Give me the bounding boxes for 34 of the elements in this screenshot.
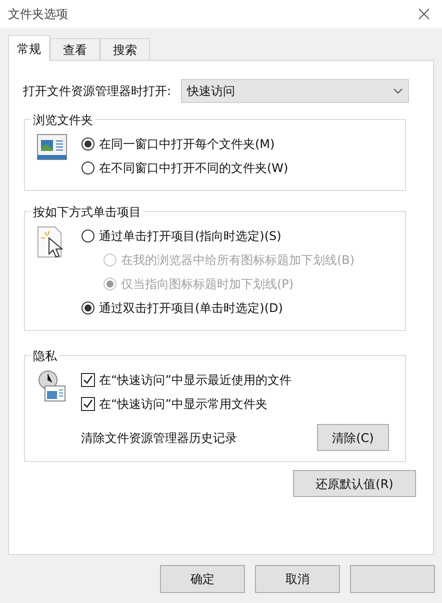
radio-button[interactable] (81, 301, 95, 315)
dropdown[interactable]: 快速访问 (181, 79, 409, 103)
clear-history-label: 清除文件资源管理器历史记录 (81, 430, 237, 446)
radio-label: 通过双击打开项目(单击时选定)(D) (99, 300, 283, 317)
radio-label: 仅当指向图标标题时加下划线(P) (121, 276, 294, 293)
dialog-button[interactable]: 确定 (160, 565, 245, 593)
radio-button[interactable] (81, 229, 95, 243)
restore-defaults-button[interactable]: 还原默认值(R) (293, 470, 416, 497)
group-title: 浏览文件夹 (31, 111, 95, 129)
chevron-down-icon (393, 88, 403, 94)
cursor-click-icon (37, 226, 65, 260)
checkbox[interactable] (81, 373, 95, 387)
radio-label: 在我的浏览器中给所有图标标题加下划线(B) (121, 252, 355, 269)
group-title: 按如下方式单击项目 (31, 203, 143, 221)
radio-button[interactable] (81, 137, 95, 151)
tab[interactable]: 常规 (8, 35, 50, 61)
checkbox-label: 在“快速访问”中显示常用文件夹 (99, 396, 268, 413)
radio-label: 通过单击打开项目(指向时选定)(S) (99, 228, 282, 245)
tab[interactable]: 搜索 (100, 38, 150, 60)
group-title: 隐私 (31, 347, 59, 365)
radio-label: 在同一窗口中打开每个文件夹(M) (99, 136, 275, 153)
field-label: 打开文件资源管理器时打开: (23, 83, 172, 100)
radio-button[interactable] (81, 161, 95, 175)
clear-button[interactable]: 清除(C) (317, 424, 389, 451)
dialog-button[interactable]: 取消 (255, 565, 340, 593)
window-title: 文件夹选项 (8, 6, 68, 23)
tab[interactable]: 查看 (50, 38, 100, 60)
clock-document-icon (37, 370, 67, 402)
radio-label: 在不同窗口中打开不同的文件夹(W) (99, 160, 288, 177)
checkbox-label: 在“快速访问”中显示最近使用的文件 (99, 372, 292, 389)
close-icon[interactable] (418, 8, 430, 20)
checkbox[interactable] (81, 397, 95, 411)
window-icon (37, 134, 67, 160)
dropdown-value: 快速访问 (187, 83, 235, 100)
